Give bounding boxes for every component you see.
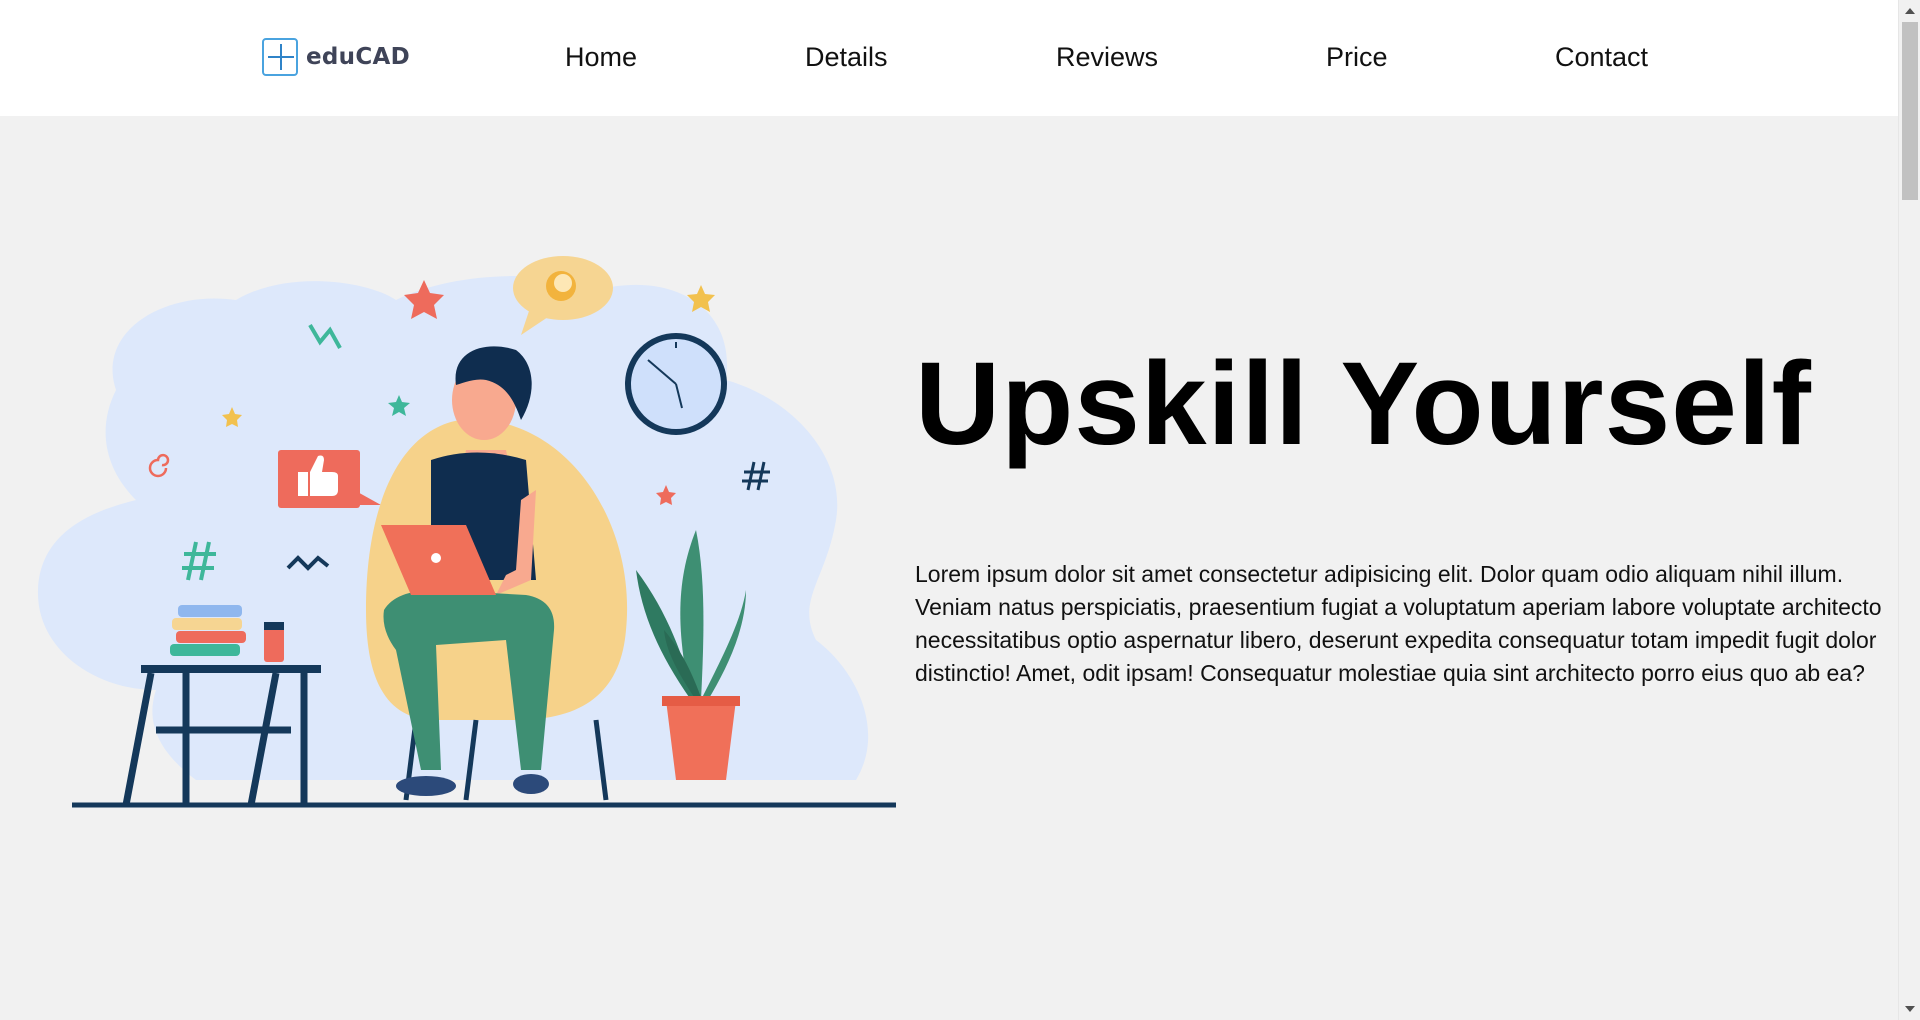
scroll-up-arrow-icon[interactable] (1905, 8, 1915, 14)
nav-reviews-link[interactable]: Reviews (1056, 42, 1158, 73)
hero-illustration (37, 256, 896, 808)
logo[interactable]: eduCAD (262, 36, 410, 78)
scroll-down-arrow-icon[interactable] (1905, 1006, 1915, 1012)
crosshair-logo-icon (262, 38, 298, 76)
nav-home-link[interactable]: Home (565, 42, 637, 73)
site-header: eduCAD Home Details Reviews Price Contac… (0, 0, 1898, 116)
clock-icon (625, 333, 727, 435)
nav-price-link[interactable]: Price (1326, 42, 1388, 73)
hero-description: Lorem ipsum dolor sit amet consectetur a… (915, 561, 1882, 686)
nav-details-link[interactable]: Details (805, 42, 888, 73)
scroll-thumb[interactable] (1902, 22, 1918, 200)
nav-contact-link[interactable]: Contact (1555, 42, 1648, 73)
vertical-scrollbar[interactable] (1898, 0, 1920, 1020)
hero-title: Upskill Yourself (915, 338, 1812, 470)
logo-text: eduCAD (306, 44, 411, 70)
